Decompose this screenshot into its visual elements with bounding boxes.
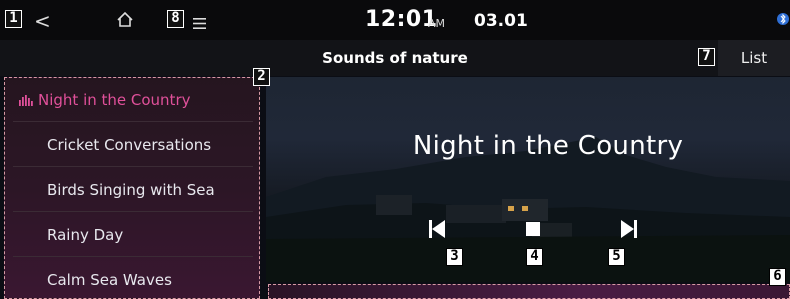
callout-2: 2 bbox=[253, 68, 270, 86]
title-bar: Sounds of nature bbox=[0, 40, 790, 76]
player-area: Night in the Country 3 4 5 bbox=[266, 77, 790, 282]
list-item-cricket-conversations[interactable]: Cricket Conversations bbox=[13, 123, 253, 167]
list-item-label: Calm Sea Waves bbox=[47, 271, 172, 289]
callout-8: 8 bbox=[167, 10, 184, 28]
callout-7: 7 bbox=[698, 48, 715, 66]
stop-button[interactable] bbox=[520, 217, 546, 241]
callout-1: 1 bbox=[5, 10, 22, 28]
callout-4: 4 bbox=[526, 248, 543, 266]
list-item-rainy-day[interactable]: Rainy Day bbox=[13, 213, 253, 257]
date: 03.01 bbox=[474, 11, 528, 31]
playlist-sidebar: Night in the Country Cricket Conversatio… bbox=[4, 77, 260, 299]
bluetooth-icon bbox=[776, 11, 790, 27]
list-item-birds-singing-with-sea[interactable]: Birds Singing with Sea bbox=[13, 168, 253, 212]
home-icon[interactable] bbox=[117, 11, 133, 31]
callout-6: 6 bbox=[769, 268, 786, 286]
callout-5: 5 bbox=[608, 248, 625, 266]
clock-ampm: AM bbox=[428, 17, 446, 30]
next-button[interactable] bbox=[616, 217, 642, 241]
screen: 1 < 8 12:01 AM 03.01 Sounds of nature 7 … bbox=[0, 0, 790, 299]
status-bar: 1 < 8 12:01 AM 03.01 bbox=[0, 0, 790, 40]
equalizer-icon bbox=[19, 95, 33, 106]
list-item-label: Night in the Country bbox=[19, 91, 190, 109]
now-playing-title: Night in the Country bbox=[412, 131, 684, 161]
stop-icon bbox=[526, 222, 540, 236]
previous-button[interactable] bbox=[424, 217, 450, 241]
progress-area[interactable] bbox=[268, 284, 790, 299]
list-item-night-in-the-country[interactable]: Night in the Country bbox=[13, 78, 253, 122]
list-item-label: Birds Singing with Sea bbox=[47, 181, 215, 199]
list-item-label: Rainy Day bbox=[47, 226, 124, 244]
callout-3: 3 bbox=[446, 248, 463, 266]
list-button[interactable]: List bbox=[718, 40, 790, 76]
list-item-text: Night in the Country bbox=[38, 91, 191, 109]
page-title: Sounds of nature bbox=[322, 49, 468, 67]
menu-icon[interactable] bbox=[193, 14, 206, 33]
next-icon bbox=[621, 220, 637, 238]
back-icon[interactable]: < bbox=[34, 9, 51, 33]
list-item-calm-sea-waves[interactable]: Calm Sea Waves bbox=[13, 258, 253, 299]
list-item-label: Cricket Conversations bbox=[47, 136, 212, 154]
previous-icon bbox=[429, 220, 445, 238]
clock-time: 12:01 bbox=[365, 7, 438, 32]
